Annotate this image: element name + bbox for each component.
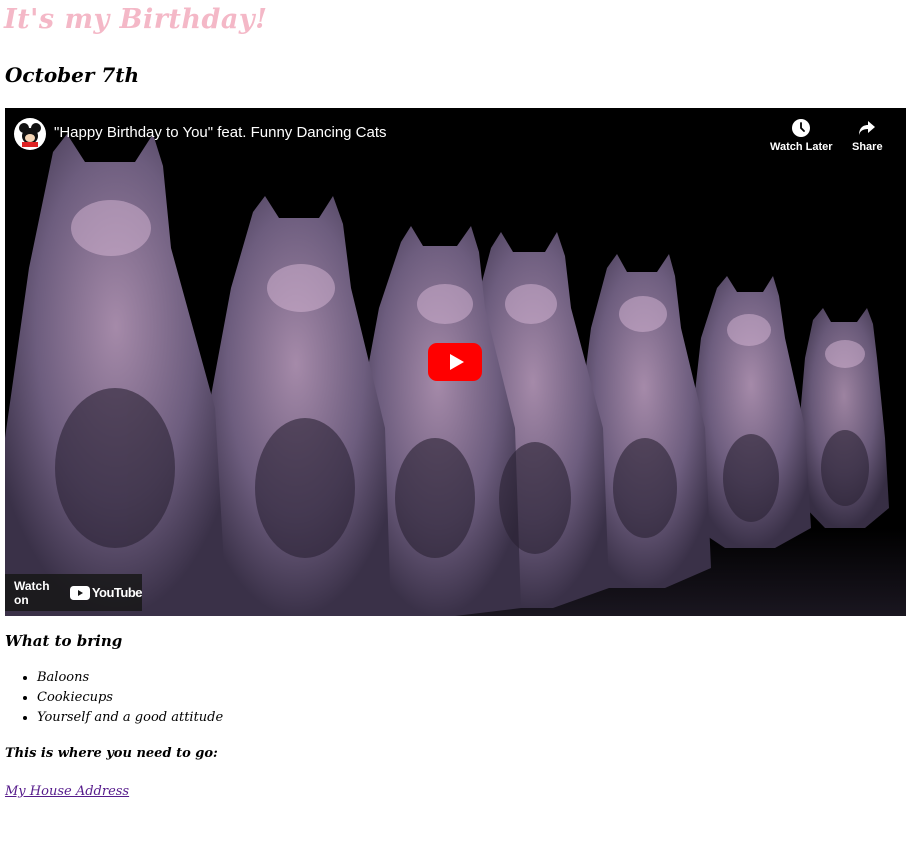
list-item: Yourself and a good attitude: [37, 708, 223, 728]
youtube-embed[interactable]: "Happy Birthday to You" feat. Funny Danc…: [5, 108, 906, 616]
youtube-logo: YouTube: [69, 585, 143, 600]
share-button[interactable]: Share: [852, 118, 883, 153]
list-item: Baloons: [37, 668, 223, 688]
play-button[interactable]: [428, 343, 482, 381]
youtube-play-icon: [69, 585, 90, 600]
video-title-link[interactable]: "Happy Birthday to You" feat. Funny Danc…: [54, 124, 387, 141]
share-icon: [859, 121, 876, 135]
bring-heading: What to bring: [5, 632, 123, 650]
watch-on-label: Watch on: [14, 578, 50, 607]
list-item: Cookiecups: [37, 688, 223, 708]
youtube-wordmark: YouTube: [91, 585, 143, 600]
directions-text: This is where you need to go:: [5, 746, 218, 761]
mickey-mouse-icon: [19, 123, 41, 147]
share-label: Share: [852, 141, 883, 153]
watch-on-youtube-button[interactable]: Watch on YouTube: [5, 574, 143, 611]
house-address-link[interactable]: My House Address: [5, 784, 129, 799]
watch-later-button[interactable]: Watch Later: [770, 118, 833, 153]
play-icon: [428, 343, 482, 381]
watch-later-label: Watch Later: [770, 141, 833, 153]
clock-icon: [792, 119, 811, 137]
date-heading: October 7th: [5, 63, 140, 87]
channel-avatar-icon[interactable]: [14, 118, 46, 150]
bring-list: Baloons Cookiecups Yourself and a good a…: [0, 668, 223, 728]
page-title: It's my Birthday!: [4, 4, 268, 35]
